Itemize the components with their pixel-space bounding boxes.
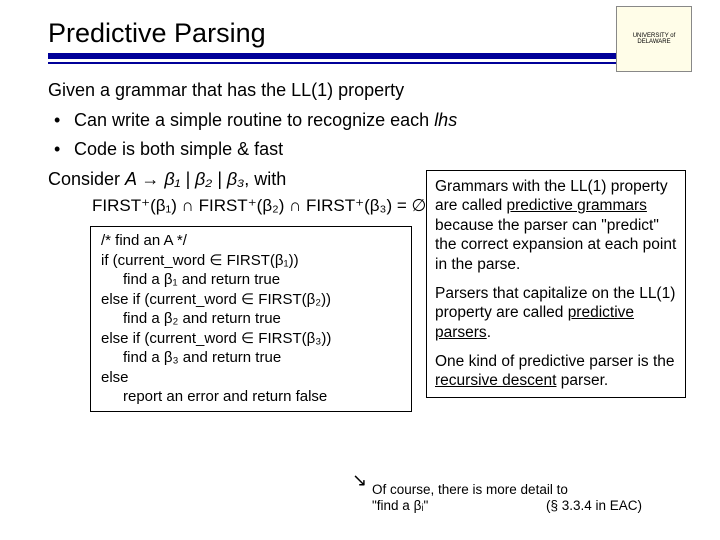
bullet-2: Code is both simple & fast — [48, 137, 672, 161]
intro-line: Given a grammar that has the LL(1) prope… — [48, 78, 672, 102]
code-find3: find a β₃ and return true — [101, 348, 401, 368]
code-if1: if (current_word ∈ FIRST(β₁)) — [101, 251, 401, 271]
code-elif2: else if (current_word ∈ FIRST(β₂)) — [101, 290, 401, 310]
university-logo: UNIVERSITY of DELAWARE — [616, 6, 692, 72]
side-para-2: Parsers that capitalize on the LL(1) pro… — [435, 284, 677, 342]
side-para-3: One kind of predictive parser is the rec… — [435, 352, 677, 391]
side-para-1: Grammars with the LL(1) property are cal… — [435, 177, 677, 274]
code-else: else — [101, 368, 401, 388]
arrow-icon: ↘ — [352, 470, 367, 491]
footnote-line1: Of course, there is more detail to — [372, 482, 642, 498]
logo-text: UNIVERSITY of DELAWARE — [617, 33, 691, 45]
footnote: Of course, there is more detail to "find… — [372, 482, 642, 513]
code-comment: /* find an A */ — [101, 231, 401, 251]
bullet-1: Can write a simple routine to recognize … — [48, 108, 672, 132]
bullet-list: Can write a simple routine to recognize … — [48, 108, 672, 161]
pseudocode-box: /* find an A */ if (current_word ∈ FIRST… — [90, 226, 412, 412]
title-underline — [48, 53, 672, 64]
code-find1: find a β₁ and return true — [101, 270, 401, 290]
code-error: report an error and return false — [101, 387, 401, 407]
footnote-line2: "find a βᵢ" (§ 3.3.4 in EAC) — [372, 498, 642, 514]
sidebar-box: Grammars with the LL(1) property are cal… — [426, 170, 686, 398]
code-find2: find a β₂ and return true — [101, 309, 401, 329]
code-elif3: else if (current_word ∈ FIRST(β₃)) — [101, 329, 401, 349]
slide-title: Predictive Parsing — [48, 18, 672, 49]
